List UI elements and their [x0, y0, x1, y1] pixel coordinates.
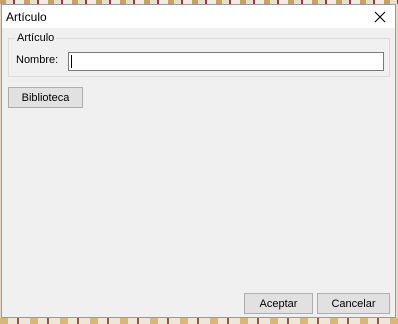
text-caret	[71, 55, 72, 68]
library-button[interactable]: Biblioteca	[8, 87, 83, 108]
title-bar[interactable]: Artículo	[2, 5, 395, 28]
accept-button[interactable]: Aceptar	[244, 293, 313, 314]
background-strip-bottom	[0, 318, 398, 324]
close-button[interactable]	[365, 5, 395, 28]
article-group: Artículo Nombre:	[8, 32, 390, 77]
dialog-title: Artículo	[6, 10, 47, 24]
cancel-button[interactable]: Cancelar	[317, 293, 390, 314]
article-group-label: Artículo	[15, 32, 57, 44]
name-label: Nombre:	[16, 54, 59, 66]
close-icon	[374, 11, 386, 22]
article-dialog: Artículo Artículo Nombre: Biblioteca Ace…	[1, 4, 396, 318]
name-input[interactable]	[68, 52, 384, 71]
